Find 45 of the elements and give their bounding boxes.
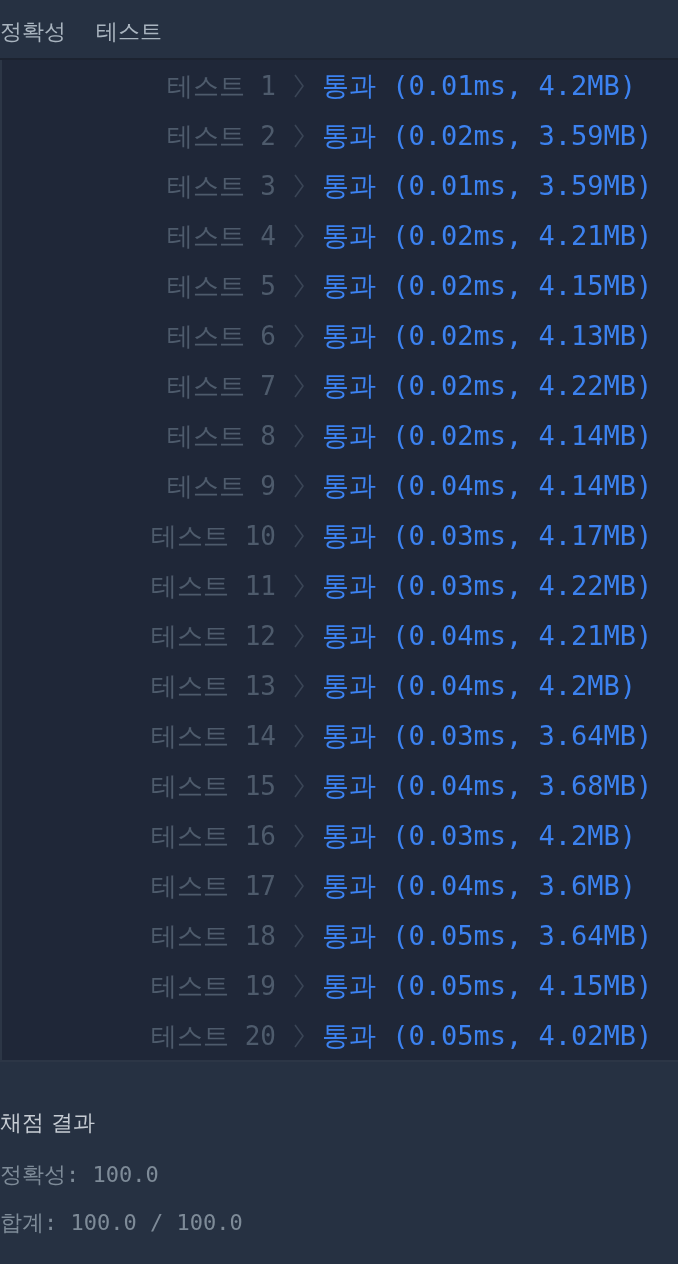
- chevron-icon: [293, 73, 305, 99]
- test-result: 통과 (0.02ms, 4.13MB): [322, 319, 653, 353]
- test-result: 통과 (0.04ms, 4.14MB): [322, 469, 653, 503]
- test-result: 통과 (0.03ms, 3.64MB): [322, 719, 653, 753]
- summary-line: 합계: 100.0 / 100.0: [0, 1209, 244, 1237]
- test-result: 통과 (0.03ms, 4.17MB): [322, 519, 653, 553]
- chevron-icon: [293, 773, 305, 799]
- summary-title: 채점 결과: [0, 1109, 96, 1137]
- chevron-icon: [293, 573, 305, 599]
- chevron-icon: [293, 173, 305, 199]
- test-result: 통과 (0.02ms, 4.14MB): [322, 419, 653, 453]
- test-result: 통과 (0.04ms, 3.6MB): [322, 869, 637, 903]
- header-label: 테스트: [96, 18, 162, 46]
- chevron-icon: [293, 423, 305, 449]
- test-result: 통과 (0.05ms, 3.64MB): [322, 919, 653, 953]
- test-result: 통과 (0.01ms, 3.59MB): [322, 169, 653, 203]
- test-result: 통과 (0.02ms, 3.59MB): [322, 119, 653, 153]
- chevron-icon: [293, 523, 305, 549]
- test-result: 통과 (0.02ms, 4.15MB): [322, 269, 653, 303]
- chevron-icon: [293, 473, 305, 499]
- chevron-icon: [293, 1023, 305, 1049]
- test-result: 통과 (0.02ms, 4.21MB): [322, 219, 653, 253]
- test-result: 통과 (0.05ms, 4.02MB): [322, 1019, 653, 1053]
- chevron-icon: [293, 873, 305, 899]
- chevron-icon: [293, 973, 305, 999]
- chevron-icon: [293, 273, 305, 299]
- test-result: 통과 (0.03ms, 4.22MB): [322, 569, 653, 603]
- summary-line: 정확성: 100.0: [0, 1161, 160, 1189]
- chevron-icon: [293, 923, 305, 949]
- chevron-icon: [293, 323, 305, 349]
- test-result: 통과 (0.01ms, 4.2MB): [322, 69, 637, 103]
- test-result: 통과 (0.05ms, 4.15MB): [322, 969, 653, 1003]
- test-result: 통과 (0.04ms, 4.2MB): [322, 669, 637, 703]
- chevron-icon: [293, 623, 305, 649]
- test-result: 통과 (0.03ms, 4.2MB): [322, 819, 637, 853]
- chevron-icon: [293, 823, 305, 849]
- chevron-icon: [293, 673, 305, 699]
- test-result: 통과 (0.02ms, 4.22MB): [322, 369, 653, 403]
- chevron-icon: [293, 373, 305, 399]
- test-result: 통과 (0.04ms, 4.21MB): [322, 619, 653, 653]
- header-label: 정확성: [0, 18, 66, 46]
- chevron-icon: [293, 123, 305, 149]
- test-result: 통과 (0.04ms, 3.68MB): [322, 769, 653, 803]
- chevron-icon: [293, 723, 305, 749]
- chevron-icon: [293, 223, 305, 249]
